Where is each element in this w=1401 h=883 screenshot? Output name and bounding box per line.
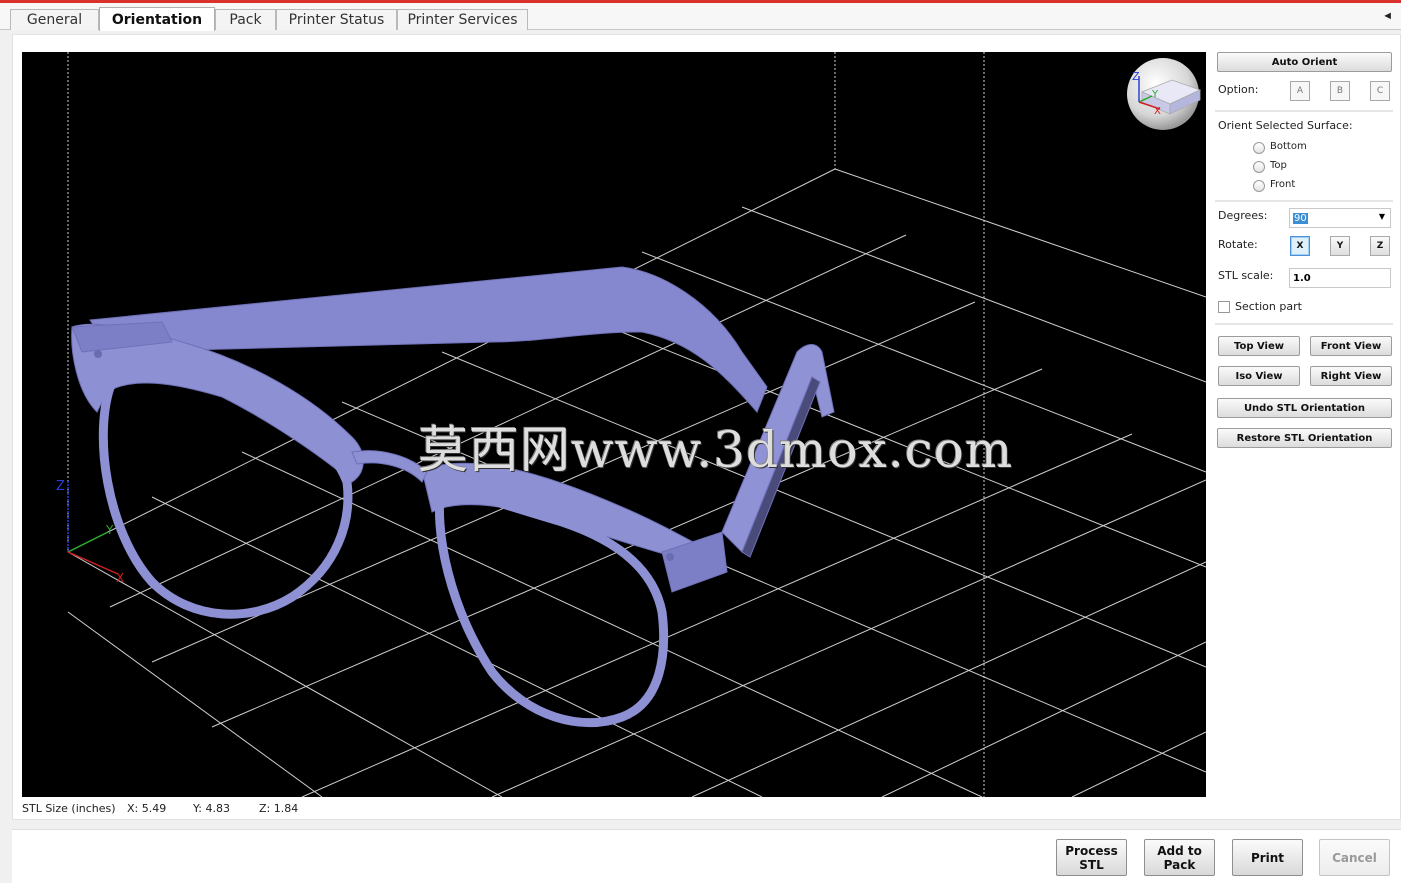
auto-orient-button[interactable]: Auto Orient (1217, 52, 1392, 72)
degrees-value: 90 (1293, 212, 1308, 224)
tab-general[interactable]: General (10, 9, 99, 30)
top-view-button[interactable]: Top View (1218, 336, 1300, 356)
stl-scale-label: STL scale: (1218, 269, 1274, 282)
view-cube-icon[interactable] (1127, 58, 1202, 130)
stl-scale-input[interactable]: 1.0 (1289, 268, 1391, 288)
orient-surface-label: Orient Selected Surface: (1218, 119, 1353, 132)
divider (1215, 323, 1393, 325)
tab-scroll-left-icon[interactable]: ◄ (1382, 10, 1393, 22)
degrees-label: Degrees: (1218, 209, 1268, 222)
rotate-label: Rotate: (1218, 238, 1258, 251)
add-to-pack-label: Add to Pack (1157, 843, 1202, 872)
axis-y-label: Y (105, 523, 114, 537)
tab-printer-services[interactable]: Printer Services (397, 9, 528, 30)
undo-stl-orientation-button[interactable]: Undo STL Orientation (1217, 398, 1392, 418)
axis-x-label: X (116, 571, 124, 585)
radio-front-label: Front (1270, 179, 1296, 190)
right-view-button[interactable]: Right View (1310, 366, 1392, 386)
stl-size-label: STL Size (inches) (22, 802, 116, 815)
divider (1215, 200, 1393, 202)
app-window: General Orientation Pack Printer Status … (0, 0, 1401, 883)
radio-top-label: Top (1270, 160, 1287, 171)
section-part-checkbox[interactable] (1218, 301, 1230, 313)
tab-orientation[interactable]: Orientation (99, 7, 215, 31)
tab-printer-status[interactable]: Printer Status (276, 9, 397, 30)
radio-front[interactable] (1253, 180, 1265, 192)
rotate-y-button[interactable]: Y (1330, 236, 1350, 256)
chevron-down-icon[interactable]: ▼ (1379, 212, 1385, 221)
cube-axis-y-label: Y (1151, 89, 1159, 100)
option-label: Option: (1218, 83, 1259, 96)
rotate-x-button[interactable]: X (1290, 236, 1310, 256)
stl-size-y: Y: 4.83 (193, 802, 230, 815)
radio-bottom[interactable] (1253, 142, 1265, 154)
restore-stl-orientation-button[interactable]: Restore STL Orientation (1217, 428, 1392, 448)
tab-pack[interactable]: Pack (215, 9, 276, 30)
iso-view-button[interactable]: Iso View (1218, 366, 1300, 386)
3d-viewport[interactable]: Z Y X Z Y X 莫西网www.3dmox.com (22, 52, 1206, 797)
rotate-z-button[interactable]: Z (1370, 236, 1390, 256)
degrees-dropdown[interactable]: 90 ▼ (1289, 208, 1391, 228)
process-stl-button[interactable]: Process STL (1056, 839, 1127, 876)
cancel-button[interactable]: Cancel (1319, 839, 1390, 876)
stl-size-x: X: 5.49 (127, 802, 167, 815)
print-label: Print (1250, 850, 1285, 865)
front-view-button[interactable]: Front View (1310, 336, 1392, 356)
process-stl-label: Process STL (1065, 843, 1118, 872)
add-to-pack-button[interactable]: Add to Pack (1144, 839, 1215, 876)
tab-bar: General Orientation Pack Printer Status … (0, 3, 1401, 31)
option-c-button[interactable]: C (1370, 81, 1390, 101)
option-b-button[interactable]: B (1330, 81, 1350, 101)
radio-top[interactable] (1253, 161, 1265, 173)
cancel-label: Cancel (1332, 850, 1377, 865)
section-part-label: Section part (1235, 300, 1302, 313)
watermark: 莫西网www.3dmox.com (418, 421, 1014, 479)
axis-z-label: Z (56, 479, 65, 494)
print-button[interactable]: Print (1232, 839, 1303, 876)
stl-size-z: Z: 1.84 (259, 802, 299, 815)
option-a-button[interactable]: A (1290, 81, 1310, 101)
radio-bottom-label: Bottom (1270, 141, 1307, 152)
cube-axis-x-label: X (1154, 106, 1161, 117)
glasses-model (71, 266, 835, 728)
divider (1215, 110, 1393, 112)
cube-axis-z-label: Z (1132, 70, 1140, 83)
